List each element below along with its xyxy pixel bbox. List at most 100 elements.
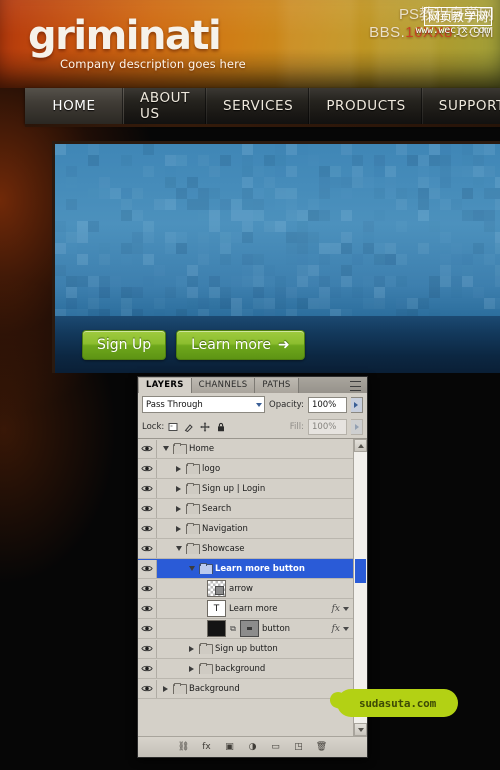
lock-position-move-icon[interactable] (200, 422, 210, 432)
layer-visibility-eye-icon[interactable] (141, 444, 153, 453)
layer-visibility-eye-icon[interactable] (141, 524, 153, 533)
text-layer-thumbnail[interactable]: T (207, 600, 226, 617)
layer-visibility-eye-icon[interactable] (141, 484, 153, 493)
link-layers-icon[interactable]: ⛓ (178, 741, 190, 753)
layer-row[interactable]: Background (138, 679, 353, 699)
layer-row[interactable]: Showcase (138, 539, 353, 559)
layer-row[interactable]: Home (138, 439, 353, 459)
layer-visibility-toggle[interactable] (138, 519, 157, 538)
nav-item-support[interactable]: SUPPORT (423, 88, 500, 124)
chevron-down-icon[interactable] (174, 546, 183, 551)
layer-visibility-toggle[interactable] (138, 539, 157, 558)
new-layer-icon[interactable]: ◳ (293, 741, 305, 753)
layer-visibility-eye-icon[interactable] (141, 504, 153, 513)
lock-transparent-pixels-icon[interactable] (168, 422, 178, 432)
adjustment-layer-icon[interactable]: ◑ (247, 741, 259, 753)
layer-visibility-toggle[interactable] (138, 659, 157, 678)
layer-visibility-toggle[interactable] (138, 499, 157, 518)
chevron-right-icon[interactable] (174, 505, 183, 512)
brand-logo[interactable]: griminati Company description goes here (28, 16, 246, 71)
nav-item-about-us[interactable]: ABOUT US (124, 88, 208, 124)
layer-row[interactable]: T Learn more fx (138, 599, 353, 619)
layer-visibility-toggle[interactable] (138, 579, 157, 598)
chevron-right-icon[interactable] (174, 485, 183, 492)
layer-visibility-toggle[interactable] (138, 559, 157, 578)
layer-visibility-eye-icon[interactable] (141, 664, 153, 673)
layer-visibility-toggle[interactable] (138, 599, 157, 618)
lock-all-padlock-icon[interactable] (216, 422, 226, 432)
layers-panel-toolbar[interactable]: ⛓ fx ▣ ◑ ▭ ◳ 🗑 (138, 736, 367, 757)
lock-icon-group[interactable] (168, 422, 226, 432)
mask-link-icon[interactable]: ⧉ (229, 624, 237, 634)
layer-effects-group[interactable]: fx (332, 604, 353, 614)
layer-row-selected[interactable]: Learn more button (138, 559, 353, 579)
layer-visibility-toggle[interactable] (138, 479, 157, 498)
layer-visibility-eye-icon[interactable] (141, 584, 153, 593)
opacity-label: Opacity: (269, 399, 304, 410)
layer-effects-group[interactable]: fx (332, 624, 353, 634)
chevron-down-icon[interactable] (161, 446, 170, 451)
nav-item-services[interactable]: SERVICES (207, 88, 311, 124)
effects-expand-chevron-icon[interactable] (343, 626, 349, 631)
opacity-slider-toggle[interactable] (350, 396, 363, 413)
chevron-right-icon[interactable] (174, 465, 183, 472)
opacity-input[interactable]: 100% (307, 396, 347, 413)
chevron-right-icon[interactable] (187, 645, 196, 652)
layer-thumbnail[interactable] (207, 620, 226, 637)
delete-layer-icon[interactable]: 🗑 (316, 741, 328, 753)
add-layer-mask-icon[interactable]: ▣ (224, 741, 236, 753)
layer-visibility-eye-icon[interactable] (141, 604, 153, 613)
layer-visibility-toggle[interactable] (138, 639, 157, 658)
layer-style-fx-icon[interactable]: fx (201, 741, 213, 753)
folder-icon (186, 463, 200, 474)
layer-visibility-eye-icon[interactable] (141, 564, 153, 573)
scrollbar-thumb[interactable] (355, 559, 366, 583)
fill-slider-toggle[interactable] (351, 419, 363, 435)
layer-visibility-eye-icon[interactable] (141, 544, 153, 553)
layer-visibility-eye-icon[interactable] (141, 644, 153, 653)
tab-paths[interactable]: PATHS (255, 378, 299, 393)
nav-item-products[interactable]: PRODUCTS (310, 88, 423, 124)
learn-more-button[interactable]: Learn more ➜ (176, 330, 305, 360)
layer-fx-icon[interactable]: fx (332, 624, 340, 634)
layer-row[interactable]: ⧉ button fx (138, 619, 353, 639)
chevron-down-icon[interactable] (187, 566, 196, 571)
layer-row[interactable]: Search (138, 499, 353, 519)
scroll-up-arrow-icon[interactable] (354, 439, 367, 452)
blend-mode-select[interactable]: Pass Through (142, 396, 265, 413)
layer-visibility-eye-icon[interactable] (141, 464, 153, 473)
layer-visibility-toggle[interactable] (138, 439, 157, 458)
new-group-icon[interactable]: ▭ (270, 741, 282, 753)
layer-row[interactable]: background (138, 659, 353, 679)
chevron-right-icon[interactable] (187, 665, 196, 672)
layer-visibility-eye-icon[interactable] (141, 624, 153, 633)
chevron-right-icon[interactable] (161, 685, 170, 692)
layer-visibility-toggle[interactable] (138, 619, 157, 638)
layer-row[interactable]: logo (138, 459, 353, 479)
scroll-down-arrow-icon[interactable] (354, 723, 367, 736)
layer-row[interactable]: Navigation (138, 519, 353, 539)
layer-visibility-toggle[interactable] (138, 459, 157, 478)
layer-thumbnail[interactable] (207, 580, 226, 597)
tab-channels[interactable]: CHANNELS (191, 378, 256, 393)
effects-expand-chevron-icon[interactable] (343, 606, 349, 611)
panel-menu-icon[interactable] (350, 381, 363, 391)
panel-tab-strip[interactable]: LAYERS CHANNELS PATHS (138, 377, 367, 393)
main-navigation[interactable]: HOME ABOUT US SERVICES PRODUCTS SUPPORT … (25, 88, 500, 124)
nav-item-home[interactable]: HOME (25, 88, 124, 124)
fill-input[interactable]: 100% (308, 419, 347, 435)
lock-image-pixels-brush-icon[interactable] (184, 422, 194, 432)
layer-mask-thumbnail[interactable] (240, 620, 259, 637)
layer-fx-icon[interactable]: fx (332, 604, 340, 614)
sign-up-button[interactable]: Sign Up (82, 330, 167, 360)
layers-list[interactable]: Home logo Sign up | Login Search Navigation S… (138, 439, 353, 736)
layer-name: Sign up | Login (202, 483, 266, 494)
layer-row[interactable]: Sign up | Login (138, 479, 353, 499)
layer-visibility-toggle[interactable] (138, 679, 157, 698)
layer-name: Background (189, 683, 240, 694)
chevron-right-icon[interactable] (174, 525, 183, 532)
layer-row[interactable]: Sign up button (138, 639, 353, 659)
layer-visibility-eye-icon[interactable] (141, 684, 153, 693)
tab-layers[interactable]: LAYERS (139, 378, 192, 393)
layer-row[interactable]: arrow (138, 579, 353, 599)
